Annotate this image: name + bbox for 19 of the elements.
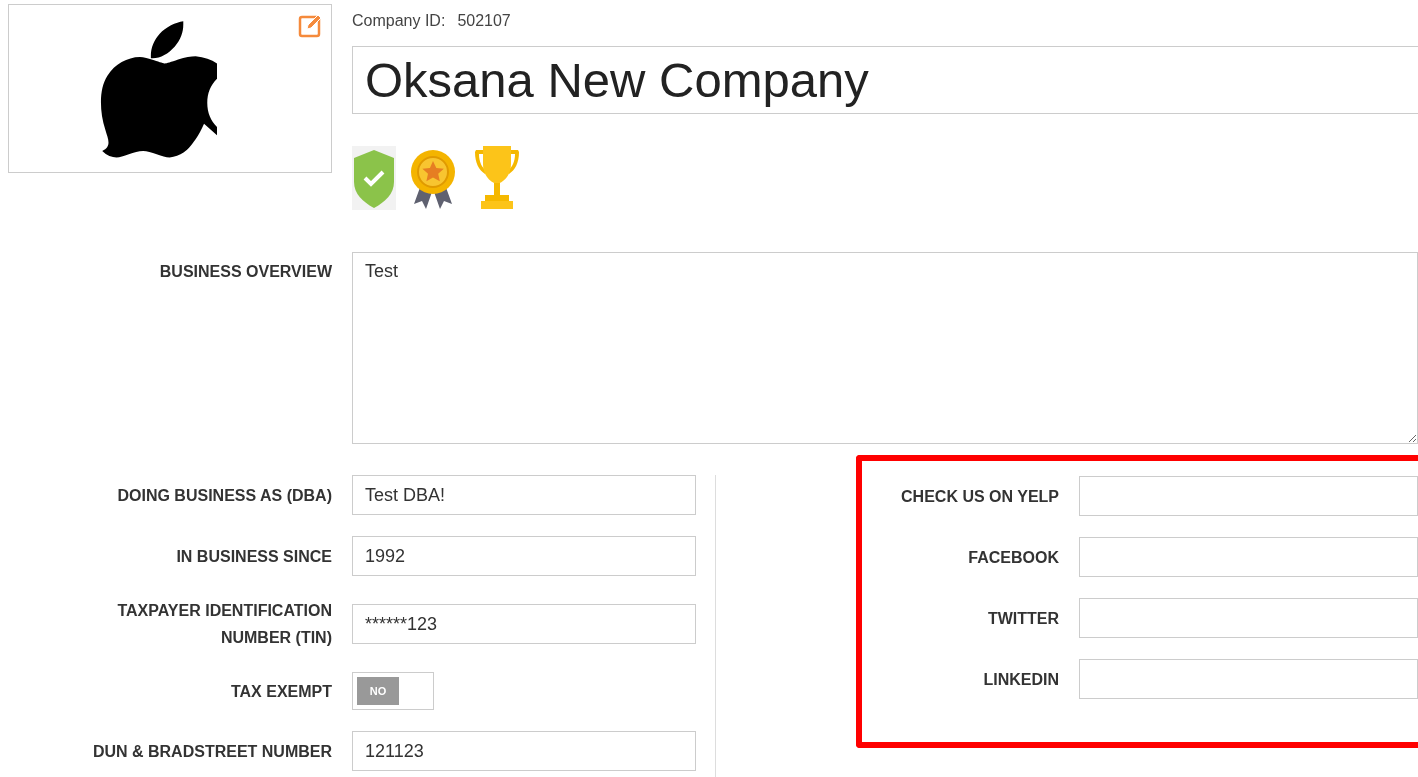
field-label: IN BUSINESS SINCE bbox=[175, 546, 332, 567]
field-label: TAXPAYER IDENTIFICATION NUMBER (TIN) bbox=[116, 601, 332, 648]
input-field[interactable]: ******123 bbox=[352, 604, 696, 644]
toggle-knob: NO bbox=[357, 677, 399, 705]
company-name-field[interactable]: Oksana New Company bbox=[352, 46, 1418, 114]
field-label: TWITTER bbox=[986, 608, 1059, 629]
company-id-label: Company ID: bbox=[352, 12, 446, 30]
field-label: DOING BUSINESS AS (DBA) bbox=[116, 485, 332, 506]
field-label: DUN & BRADSTREET NUMBER bbox=[91, 741, 332, 762]
field-label: FACEBOOK bbox=[967, 547, 1059, 568]
field-label: BUSINESS OVERVIEW bbox=[158, 262, 332, 282]
input-field[interactable]: 1992 bbox=[352, 536, 696, 576]
field-label: CHECK US ON YELP bbox=[900, 486, 1059, 507]
input-field[interactable]: 121123 bbox=[352, 731, 696, 771]
company-id-value: 502107 bbox=[457, 12, 511, 30]
input-field[interactable]: Test DBA! bbox=[352, 475, 696, 515]
overview-textarea[interactable]: Test bbox=[352, 252, 1418, 444]
field-label: TAX EXEMPT bbox=[229, 681, 332, 702]
field-label: LINKEDIN bbox=[982, 669, 1059, 690]
